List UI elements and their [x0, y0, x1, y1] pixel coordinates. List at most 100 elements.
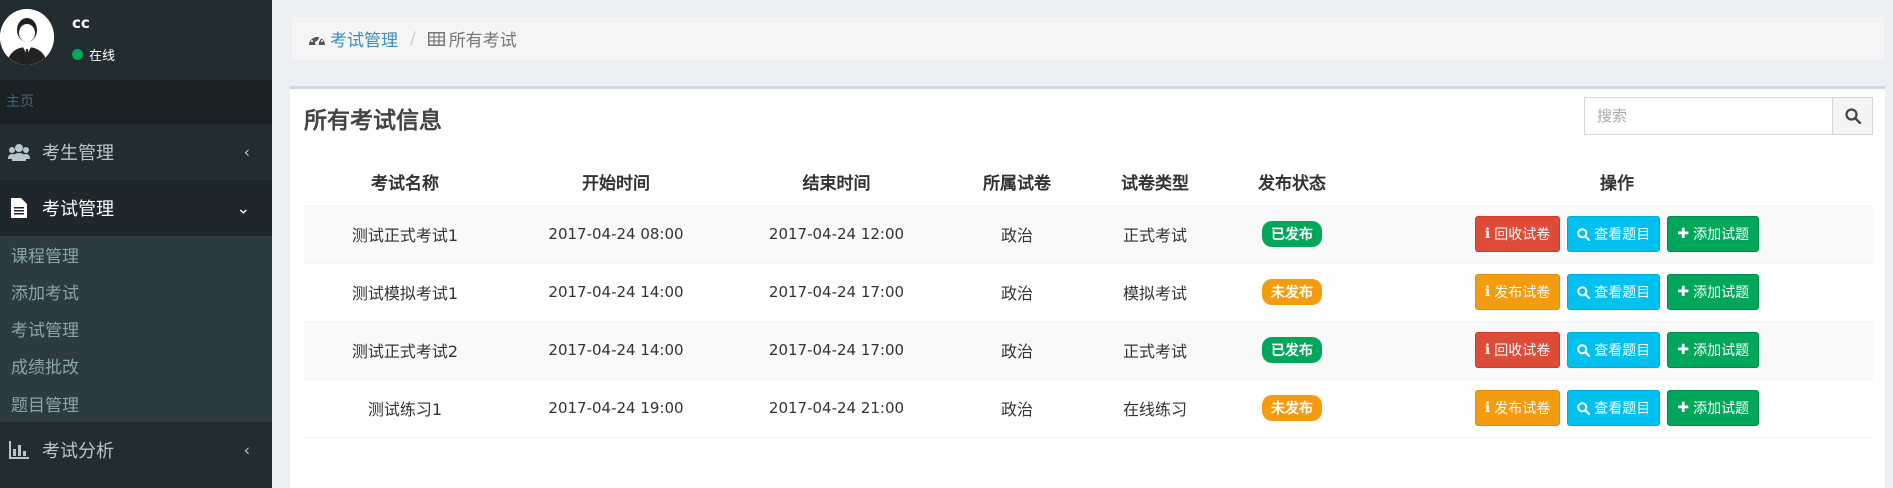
status-cell: 已发布 — [1223, 320, 1361, 379]
search-button[interactable] — [1833, 97, 1873, 135]
button-label: 添加试题 — [1693, 227, 1750, 243]
button-label: 添加试题 — [1693, 343, 1750, 359]
button-label: 回收试卷 — [1494, 227, 1551, 243]
end-time-cell: 2017-04-24 12:00 — [726, 204, 947, 263]
avatar[interactable] — [0, 9, 54, 65]
paper-cell: 政治 — [947, 204, 1087, 263]
plus-icon: ✚ — [1677, 226, 1690, 242]
table-row: 测试练习1 2017-04-24 19:00 2017-04-24 21:00 … — [304, 378, 1873, 438]
page-title: 所有考试信息 — [304, 108, 442, 134]
paper-cell: 政治 — [947, 262, 1087, 321]
submenu-item-exam-manage[interactable]: 考试管理 — [11, 316, 79, 341]
view-questions-button[interactable]: 查看题目 — [1567, 274, 1661, 310]
sidebar-item-students[interactable]: 考生管理 ‹ — [0, 124, 272, 180]
user-name: cc — [72, 14, 90, 32]
submenu: 课程管理 添加考试 考试管理 成绩批改 题目管理 — [0, 236, 272, 422]
plus-icon: ✚ — [1677, 342, 1690, 358]
paper-cell: 政治 — [947, 320, 1087, 379]
recall-paper-button[interactable]: ℹ 回收试卷 — [1474, 216, 1561, 252]
chevron-left-icon: ‹ — [243, 142, 250, 162]
bar-chart-icon — [8, 439, 30, 461]
column-header: 结束时间 — [802, 174, 871, 195]
add-question-button[interactable]: ✚ 添加试题 — [1667, 332, 1760, 368]
breadcrumb-separator: / — [410, 28, 416, 49]
exam-list-box: 所有考试信息 考试名称 开始时间 结束时间 所属试卷 试卷类型 发布状态 操作 … — [290, 86, 1885, 488]
menu-header: 主页 — [0, 80, 272, 124]
sidebar-item-exams[interactable]: 考试管理 ⌄ — [0, 180, 272, 236]
button-label: 回收试卷 — [1494, 343, 1551, 359]
add-question-button[interactable]: ✚ 添加试题 — [1667, 274, 1760, 310]
breadcrumb-current: 所有考试 — [427, 26, 517, 51]
status-badge: 未发布 — [1262, 395, 1322, 421]
status-badge: 未发布 — [1262, 279, 1322, 305]
status-cell: 已发布 — [1223, 204, 1361, 263]
info-icon: ℹ — [1484, 284, 1491, 300]
sidebar-item-analysis[interactable]: 考试分析 ‹ — [0, 422, 272, 478]
table-icon — [427, 31, 445, 46]
actions-cell: ℹ 回收试卷 查看题目 ✚ 添加试题 — [1361, 320, 1873, 379]
file-icon — [8, 197, 30, 219]
info-icon: ℹ — [1484, 226, 1491, 242]
publish-paper-button[interactable]: ℹ 发布试卷 — [1474, 390, 1561, 426]
status-cell: 未发布 — [1223, 262, 1361, 321]
column-header: 考试名称 — [371, 174, 439, 195]
exam-name-cell: 测试练习1 — [304, 378, 506, 438]
start-time-cell: 2017-04-24 14:00 — [506, 262, 726, 321]
view-questions-button[interactable]: 查看题目 — [1567, 390, 1661, 426]
user-status: 在线 — [72, 45, 115, 64]
search-input[interactable] — [1584, 97, 1833, 135]
search-icon — [1577, 401, 1591, 415]
button-label: 查看题目 — [1594, 401, 1651, 417]
info-icon: ℹ — [1484, 400, 1491, 416]
status-cell: 未发布 — [1223, 378, 1361, 438]
start-time-cell: 2017-04-24 19:00 — [506, 378, 726, 438]
search-group — [1584, 97, 1873, 135]
online-dot-icon — [72, 49, 83, 60]
button-label: 查看题目 — [1594, 343, 1651, 359]
submenu-item-courses[interactable]: 课程管理 — [11, 242, 79, 267]
start-time-cell: 2017-04-24 08:00 — [506, 204, 726, 263]
actions-cell: ℹ 发布试卷 查看题目 ✚ 添加试题 — [1361, 262, 1873, 321]
user-panel: cc 在线 — [0, 0, 272, 80]
breadcrumb-current-label: 所有考试 — [448, 31, 517, 51]
button-label: 添加试题 — [1693, 401, 1750, 417]
submenu-item-grading[interactable]: 成绩批改 — [11, 353, 79, 378]
start-time-cell: 2017-04-24 14:00 — [506, 320, 726, 379]
search-icon — [1844, 108, 1861, 124]
column-header: 操作 — [1600, 174, 1634, 195]
paper-type-cell: 在线练习 — [1087, 378, 1223, 438]
breadcrumb-parent-label: 考试管理 — [330, 31, 398, 51]
add-question-button[interactable]: ✚ 添加试题 — [1667, 390, 1760, 426]
paper-type-cell: 模拟考试 — [1087, 262, 1223, 321]
button-label: 发布试卷 — [1494, 401, 1551, 417]
button-label: 查看题目 — [1594, 227, 1651, 243]
recall-paper-button[interactable]: ℹ 回收试卷 — [1474, 332, 1561, 368]
view-questions-button[interactable]: 查看题目 — [1567, 216, 1661, 252]
sidebar-item-label: 考试分析 — [42, 441, 114, 462]
breadcrumb-parent-link[interactable]: 考试管理 — [308, 26, 398, 51]
dashboard-icon — [308, 31, 326, 47]
sidebar: cc 在线 主页 考生管理 ‹ 考试管理 ⌄ 课程管理 添加考试 考试管理 成绩… — [0, 0, 272, 488]
table-row: 测试正式考试2 2017-04-24 14:00 2017-04-24 17:0… — [304, 320, 1873, 379]
table-row: 测试模拟考试1 2017-04-24 14:00 2017-04-24 17:0… — [304, 262, 1873, 321]
add-question-button[interactable]: ✚ 添加试题 — [1667, 216, 1760, 252]
user-avatar-icon — [0, 9, 54, 65]
status-badge: 已发布 — [1262, 221, 1322, 247]
submenu-item-add-exam[interactable]: 添加考试 — [11, 279, 79, 304]
button-label: 查看题目 — [1594, 285, 1651, 301]
info-icon: ℹ — [1484, 342, 1491, 358]
plus-icon: ✚ — [1677, 400, 1690, 416]
search-icon — [1577, 285, 1591, 299]
view-questions-button[interactable]: 查看题目 — [1567, 332, 1661, 368]
column-header: 所属试卷 — [983, 174, 1051, 195]
table-header-row: 考试名称 开始时间 结束时间 所属试卷 试卷类型 发布状态 操作 — [304, 159, 1873, 205]
sidebar-item-label: 考生管理 — [42, 143, 114, 164]
exam-name-cell: 测试正式考试2 — [304, 320, 506, 379]
breadcrumb: 考试管理 / 所有考试 — [292, 17, 1884, 60]
actions-cell: ℹ 发布试卷 查看题目 ✚ 添加试题 — [1361, 378, 1873, 438]
submenu-item-questions[interactable]: 题目管理 — [11, 391, 79, 416]
end-time-cell: 2017-04-24 17:00 — [726, 262, 947, 321]
paper-type-cell: 正式考试 — [1087, 204, 1223, 263]
user-status-label: 在线 — [89, 49, 116, 64]
publish-paper-button[interactable]: ℹ 发布试卷 — [1474, 274, 1561, 310]
